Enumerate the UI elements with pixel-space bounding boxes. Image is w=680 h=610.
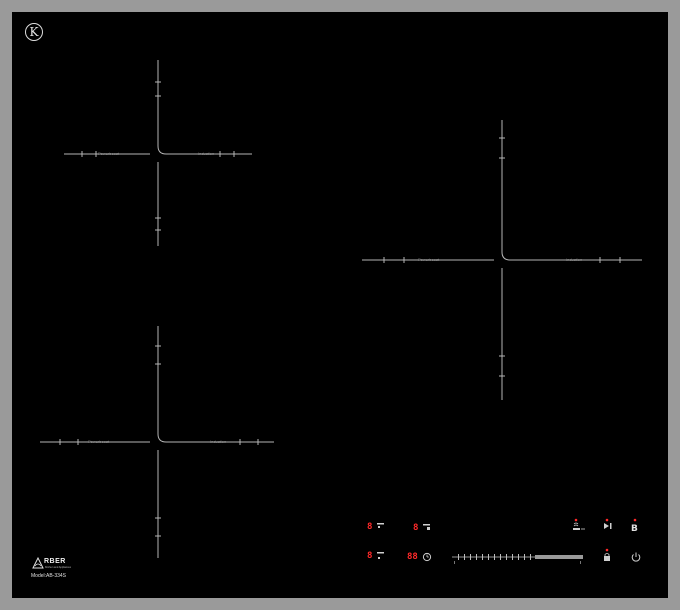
zone-bottom-left-select-icon[interactable] — [376, 551, 386, 561]
zone-right-label-right: Induction — [566, 257, 583, 262]
zone-right-label-left: Powerboost — [418, 257, 440, 262]
boost-icon[interactable]: B — [629, 518, 641, 532]
lock-icon[interactable] — [602, 548, 614, 562]
cooking-zone-right — [362, 120, 642, 400]
zone-right-select-icon[interactable] — [422, 523, 432, 533]
cooking-zone-top-left — [64, 60, 252, 246]
slider-fill — [535, 555, 583, 559]
zone-top-left-label-right: Induction — [198, 151, 215, 156]
svg-text:B: B — [631, 524, 638, 532]
timer-display[interactable]: 88 — [407, 553, 418, 562]
zone-bottom-left-display[interactable]: 8 — [367, 552, 372, 561]
zone-bottom-left-label-right: Induction — [210, 439, 227, 444]
glass-surface: K Powerboost Induction Powerboost Induct… — [12, 12, 668, 598]
zone-top-left-select-icon[interactable] — [376, 522, 386, 532]
zone-markings — [40, 60, 642, 558]
pause-play-icon[interactable] — [602, 518, 614, 532]
brand-mark-icon — [32, 557, 44, 569]
zone-bottom-left-label-left: Powerboost — [88, 439, 110, 444]
keep-warm-icon[interactable] — [572, 518, 586, 532]
brand-name: RBER — [44, 558, 66, 565]
brand-subtitle: Kitchen and Appliances — [45, 566, 71, 569]
model-label: Model:AB-334S — [31, 573, 67, 579]
zone-top-left-label-left: Powerboost — [98, 151, 120, 156]
power-slider[interactable] — [452, 554, 583, 564]
power-icon[interactable] — [630, 551, 642, 563]
timer-icon[interactable] — [422, 552, 432, 562]
cooking-zone-bottom-left — [40, 326, 274, 558]
zone-top-left-display[interactable]: 8 — [367, 523, 372, 532]
zone-top-right-display[interactable]: 8 — [413, 524, 418, 533]
